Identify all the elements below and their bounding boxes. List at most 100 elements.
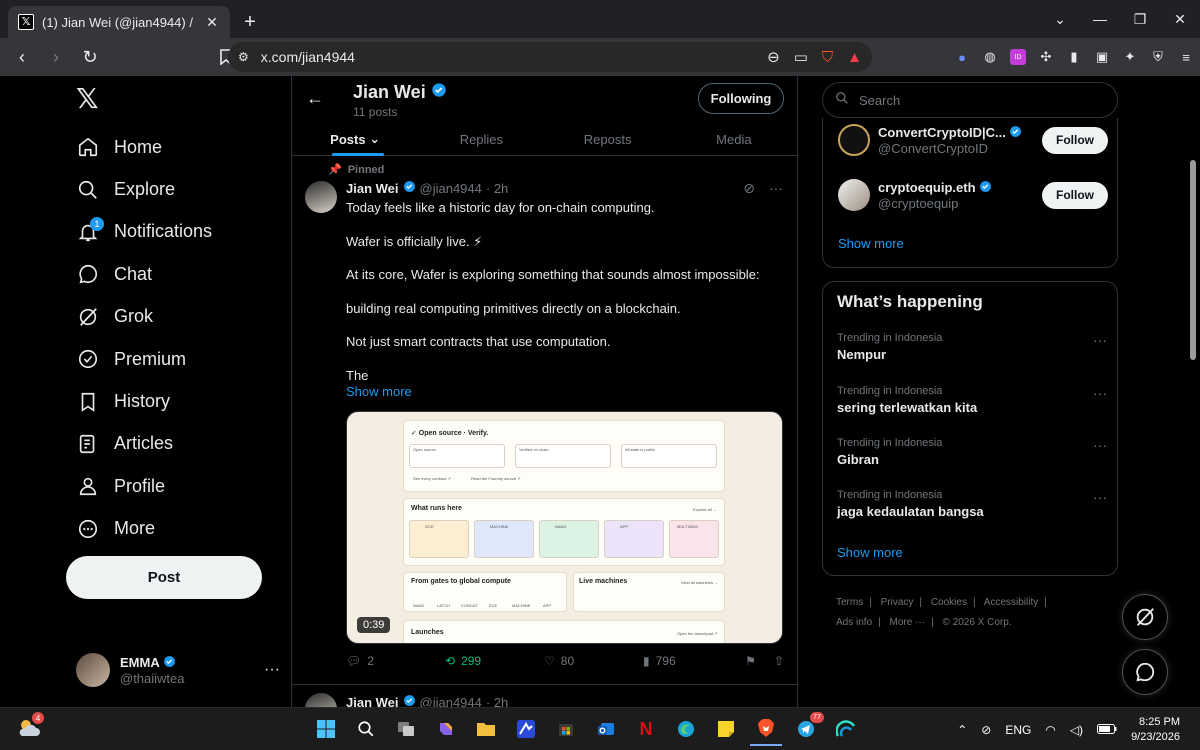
avatar[interactable] — [305, 693, 337, 707]
wifi-icon[interactable]: ◠ — [1045, 723, 1055, 737]
avatar[interactable] — [305, 181, 337, 213]
site-settings-icon[interactable]: ⚙ — [238, 50, 249, 64]
views-button[interactable]: ▮ 796 — [643, 654, 742, 668]
show-more-link[interactable]: Show more — [837, 545, 903, 560]
post-button[interactable]: Post — [66, 556, 262, 599]
repost-button[interactable]: ⟲ 299 — [445, 654, 544, 668]
search-box[interactable] — [822, 82, 1118, 118]
sidebar-icon[interactable]: ▮ — [1066, 49, 1082, 65]
tweet-time[interactable]: · 2h — [486, 695, 508, 708]
chat-fab-button[interactable] — [1122, 649, 1168, 695]
footer-link-cookies[interactable]: Cookies — [931, 597, 967, 608]
tweet-video[interactable]: ✓ Open source · Verify. Open source Veri… — [346, 411, 783, 644]
follow-suggestion[interactable]: ConvertCryptoID|C... @ConvertCryptoID Fo… — [838, 122, 1108, 158]
share-icon[interactable]: ⇧ — [774, 654, 784, 668]
scrollbar-thumb[interactable] — [1190, 160, 1196, 360]
more-horizontal-icon[interactable]: ··· — [1093, 489, 1107, 505]
follow-button[interactable]: Follow — [1042, 126, 1108, 154]
maximize-button[interactable]: ❐ — [1120, 11, 1160, 28]
forward-icon[interactable]: › — [42, 43, 70, 71]
sidebar-item-history[interactable]: History — [66, 380, 276, 422]
grok-fab-button[interactable] — [1122, 594, 1168, 640]
url-text[interactable]: x.com/jian4944 — [261, 49, 767, 65]
tweet[interactable]: Jian Wei @jian4944 · 2h — [292, 684, 797, 707]
menu-icon[interactable]: ≡ — [1178, 49, 1194, 65]
tweet-author[interactable]: Jian Wei — [346, 695, 399, 708]
wallet-icon[interactable]: ▣ — [1094, 49, 1110, 65]
tweet-handle[interactable]: @jian4944 — [420, 181, 482, 196]
sidebar-item-grok[interactable]: Grok — [66, 296, 276, 338]
search-icon[interactable] — [350, 712, 382, 746]
show-more-link[interactable]: Show more — [346, 384, 412, 399]
language-indicator[interactable]: ENG — [1005, 723, 1031, 737]
like-button[interactable]: ♡ 80 — [544, 654, 643, 668]
footer-link-accessibility[interactable]: Accessibility — [984, 597, 1038, 608]
reload-icon[interactable]: ↻ — [76, 43, 104, 71]
more-horizontal-icon[interactable]: ··· — [1093, 437, 1107, 453]
leo-ai-icon[interactable]: ✦ — [1122, 49, 1138, 65]
pinned-tweet[interactable]: 📌 Pinned Jian Wei @jian4944 · 2h ⊘ ··· T… — [292, 76, 797, 707]
brave-rewards-icon[interactable]: ▲ — [847, 49, 862, 66]
bookmark-icon[interactable]: ⚑ — [745, 654, 756, 668]
browser-tab[interactable]: 𝕏 (1) Jian Wei (@jian4944) / X ✕ — [8, 6, 230, 38]
windows-start-icon[interactable] — [310, 712, 342, 746]
clock[interactable]: 8:25 PM 9/23/2026 — [1131, 715, 1180, 745]
close-window-button[interactable]: ✕ — [1160, 11, 1200, 28]
sidebar-item-explore[interactable]: Explore — [66, 168, 276, 210]
reply-button[interactable]: 💬︎ 2 — [346, 654, 445, 668]
sidebar-item-profile[interactable]: Profile — [66, 465, 276, 507]
chevron-up-icon[interactable]: ⌃ — [957, 723, 967, 737]
zoom-icon[interactable]: ⊖ — [767, 48, 780, 66]
tweet-time[interactable]: · 2h — [486, 181, 508, 196]
outlook-icon[interactable] — [590, 712, 622, 746]
minimize-button[interactable]: — — [1080, 11, 1120, 27]
tweet-handle[interactable]: @jian4944 — [420, 695, 482, 708]
grok-icon[interactable]: ⊘ — [743, 180, 755, 197]
follow-suggestion[interactable]: cryptoequip.eth @cryptoequip Follow — [838, 177, 1108, 213]
globe-icon[interactable]: ◍ — [982, 49, 998, 65]
tab-search-icon[interactable]: ⌄ — [1040, 11, 1080, 28]
avatar[interactable] — [838, 124, 870, 156]
avatar[interactable] — [838, 179, 870, 211]
copilot-icon[interactable] — [430, 712, 462, 746]
footer-link-ads[interactable]: Ads info — [836, 617, 872, 628]
more-horizontal-icon[interactable]: ··· — [769, 180, 783, 197]
app-icon[interactable] — [830, 712, 862, 746]
sticky-notes-icon[interactable] — [710, 712, 742, 746]
x-logo[interactable]: 𝕏 — [76, 85, 100, 113]
puzzle-icon[interactable]: ✣ — [1038, 49, 1054, 65]
trend-item[interactable]: Trending in Indonesia sering terlewatkan… — [837, 385, 1107, 415]
address-bar[interactable]: ⚙ x.com/jian4944 ⊖ ▭ ⛉ ▲ — [228, 42, 872, 72]
more-horizontal-icon[interactable]: ··· — [264, 661, 280, 679]
extension-icon[interactable]: ID — [1010, 49, 1026, 65]
cast-icon[interactable]: ▭ — [794, 48, 808, 66]
file-explorer-icon[interactable] — [470, 712, 502, 746]
netflix-icon[interactable]: N — [630, 712, 662, 746]
more-horizontal-icon[interactable]: ··· — [1093, 332, 1107, 348]
extension-icon[interactable]: ● — [954, 49, 970, 65]
footer-link-terms[interactable]: Terms — [836, 597, 863, 608]
trend-item[interactable]: Trending in Indonesia Gibran ··· — [837, 437, 1107, 467]
search-input[interactable] — [859, 92, 1099, 108]
task-view-icon[interactable] — [390, 712, 422, 746]
back-icon[interactable]: ‹ — [8, 43, 36, 71]
sidebar-item-premium[interactable]: Premium — [66, 338, 276, 380]
weather-widget[interactable]: 4 — [16, 712, 44, 742]
brave-browser-icon[interactable] — [750, 712, 782, 746]
more-horizontal-icon[interactable]: ··· — [1093, 385, 1107, 401]
edge-icon[interactable] — [670, 712, 702, 746]
show-more-link[interactable]: Show more — [838, 236, 904, 251]
page-scrollbar[interactable] — [1186, 76, 1200, 707]
trend-item[interactable]: Trending in Indonesia Nempur ··· — [837, 332, 1107, 362]
new-tab-button[interactable]: + — [236, 6, 264, 38]
telegram-icon[interactable]: 77 — [790, 712, 824, 746]
account-switcher[interactable]: EMMA @thaiiwtea ··· — [76, 648, 280, 692]
tweet-author[interactable]: Jian Wei — [346, 181, 399, 196]
brave-shield-icon[interactable]: ⛉ — [822, 49, 833, 66]
vpn-icon[interactable]: ⛨ — [1150, 49, 1166, 65]
volume-icon[interactable]: ◁) — [1070, 723, 1083, 737]
microsoft-store-icon[interactable] — [550, 712, 582, 746]
location-off-icon[interactable]: ⊘ — [981, 723, 991, 737]
trend-item[interactable]: Trending in Indonesia jaga kedaulatan ba… — [837, 489, 1107, 519]
sidebar-item-home[interactable]: Home — [66, 126, 276, 168]
